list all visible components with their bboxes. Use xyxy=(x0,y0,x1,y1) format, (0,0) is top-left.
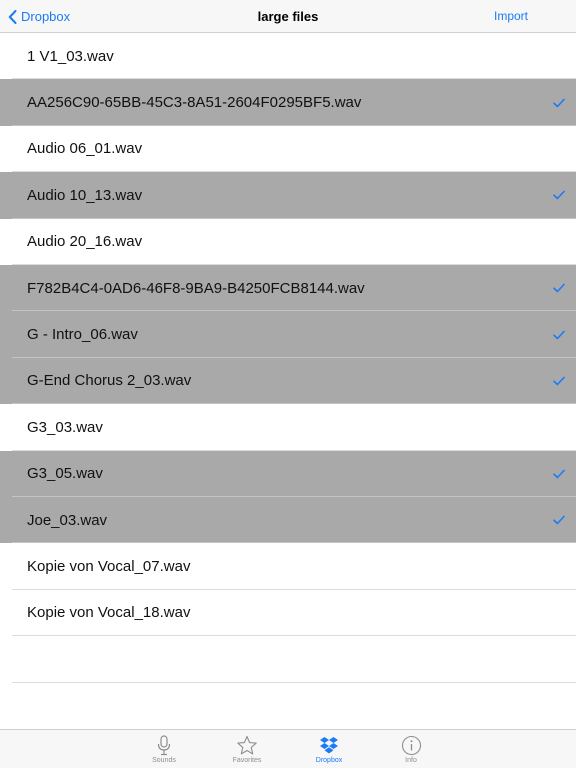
tab-sounds[interactable]: Sounds xyxy=(134,730,194,769)
row-separator xyxy=(12,682,576,683)
tab-bar: Sounds Favorites Dropbox Info xyxy=(0,729,576,768)
file-name: Audio 20_16.wav xyxy=(27,233,143,251)
dropbox-icon xyxy=(320,736,338,753)
row-separator xyxy=(12,635,576,637)
tab-label: Dropbox xyxy=(315,757,343,764)
tab-favorites[interactable]: Favorites xyxy=(217,730,277,769)
navigation-bar: Dropbox large files Import xyxy=(0,0,576,33)
page-title: large files xyxy=(257,9,319,24)
checkmark-icon xyxy=(553,98,565,107)
file-name: G3_05.wav xyxy=(27,465,103,483)
file-name: G-End Chorus 2_03.wav xyxy=(27,372,192,390)
tab-dropbox[interactable]: Dropbox xyxy=(299,730,359,769)
file-name: Audio 10_13.wav xyxy=(27,186,143,204)
import-button[interactable]: Import xyxy=(494,0,528,33)
file-name: Joe_03.wav xyxy=(27,511,108,529)
file-row[interactable]: G3_03.wav xyxy=(0,404,576,451)
file-row[interactable]: Kopie von Vocal_07.wav xyxy=(0,543,576,590)
file-row[interactable]: G3_05.wav xyxy=(0,450,576,497)
file-list: 1 V1_03.wav AA256C90-65BB-45C3-8A51-2604F… xyxy=(0,33,576,637)
file-name: 1 V1_03.wav xyxy=(27,47,114,65)
file-name: AA256C90-65BB-45C3-8A51-2604F0295BF5.wav xyxy=(27,94,362,112)
star-icon xyxy=(237,735,257,754)
tab-label: Sounds xyxy=(152,757,176,764)
microphone-icon xyxy=(157,734,171,755)
file-name: Kopie von Vocal_18.wav xyxy=(27,604,191,622)
file-name: G3_03.wav xyxy=(27,418,103,436)
file-name: Kopie von Vocal_07.wav xyxy=(27,557,191,575)
empty-list-row xyxy=(0,637,576,683)
tab-info[interactable]: Info xyxy=(381,730,441,769)
checkmark-icon xyxy=(553,191,565,200)
file-row[interactable]: Audio 20_16.wav xyxy=(0,219,576,265)
file-row[interactable]: AA256C90-65BB-45C3-8A51-2604F0295BF5.wav xyxy=(0,79,576,126)
checkmark-icon xyxy=(553,330,565,339)
file-name: Audio 06_01.wav xyxy=(27,140,143,158)
file-name: F782B4C4-0AD6-46F8-9BA9-B4250FCB8144.wav xyxy=(27,279,365,297)
info-icon xyxy=(401,735,421,755)
tab-label: Info xyxy=(405,757,417,764)
file-row[interactable]: Kopie von Vocal_18.wav xyxy=(0,590,576,637)
file-row[interactable]: Audio 06_01.wav xyxy=(0,126,576,173)
tab-label: Favorites xyxy=(232,757,262,764)
file-row[interactable]: 1 V1_03.wav xyxy=(0,33,576,80)
file-row[interactable]: F782B4C4-0AD6-46F8-9BA9-B4250FCB8144.wav xyxy=(0,264,576,312)
file-row[interactable]: Audio 10_13.wav xyxy=(0,172,576,219)
checkmark-icon xyxy=(553,469,565,479)
file-name: G - Intro_06.wav xyxy=(27,326,138,344)
checkmark-icon xyxy=(553,283,565,293)
checkmark-icon xyxy=(553,515,565,525)
file-row[interactable]: Joe_03.wav xyxy=(0,496,576,544)
checkmark-icon xyxy=(553,376,565,386)
file-row[interactable]: G - Intro_06.wav xyxy=(0,311,576,358)
file-row[interactable]: G-End Chorus 2_03.wav xyxy=(0,357,576,405)
